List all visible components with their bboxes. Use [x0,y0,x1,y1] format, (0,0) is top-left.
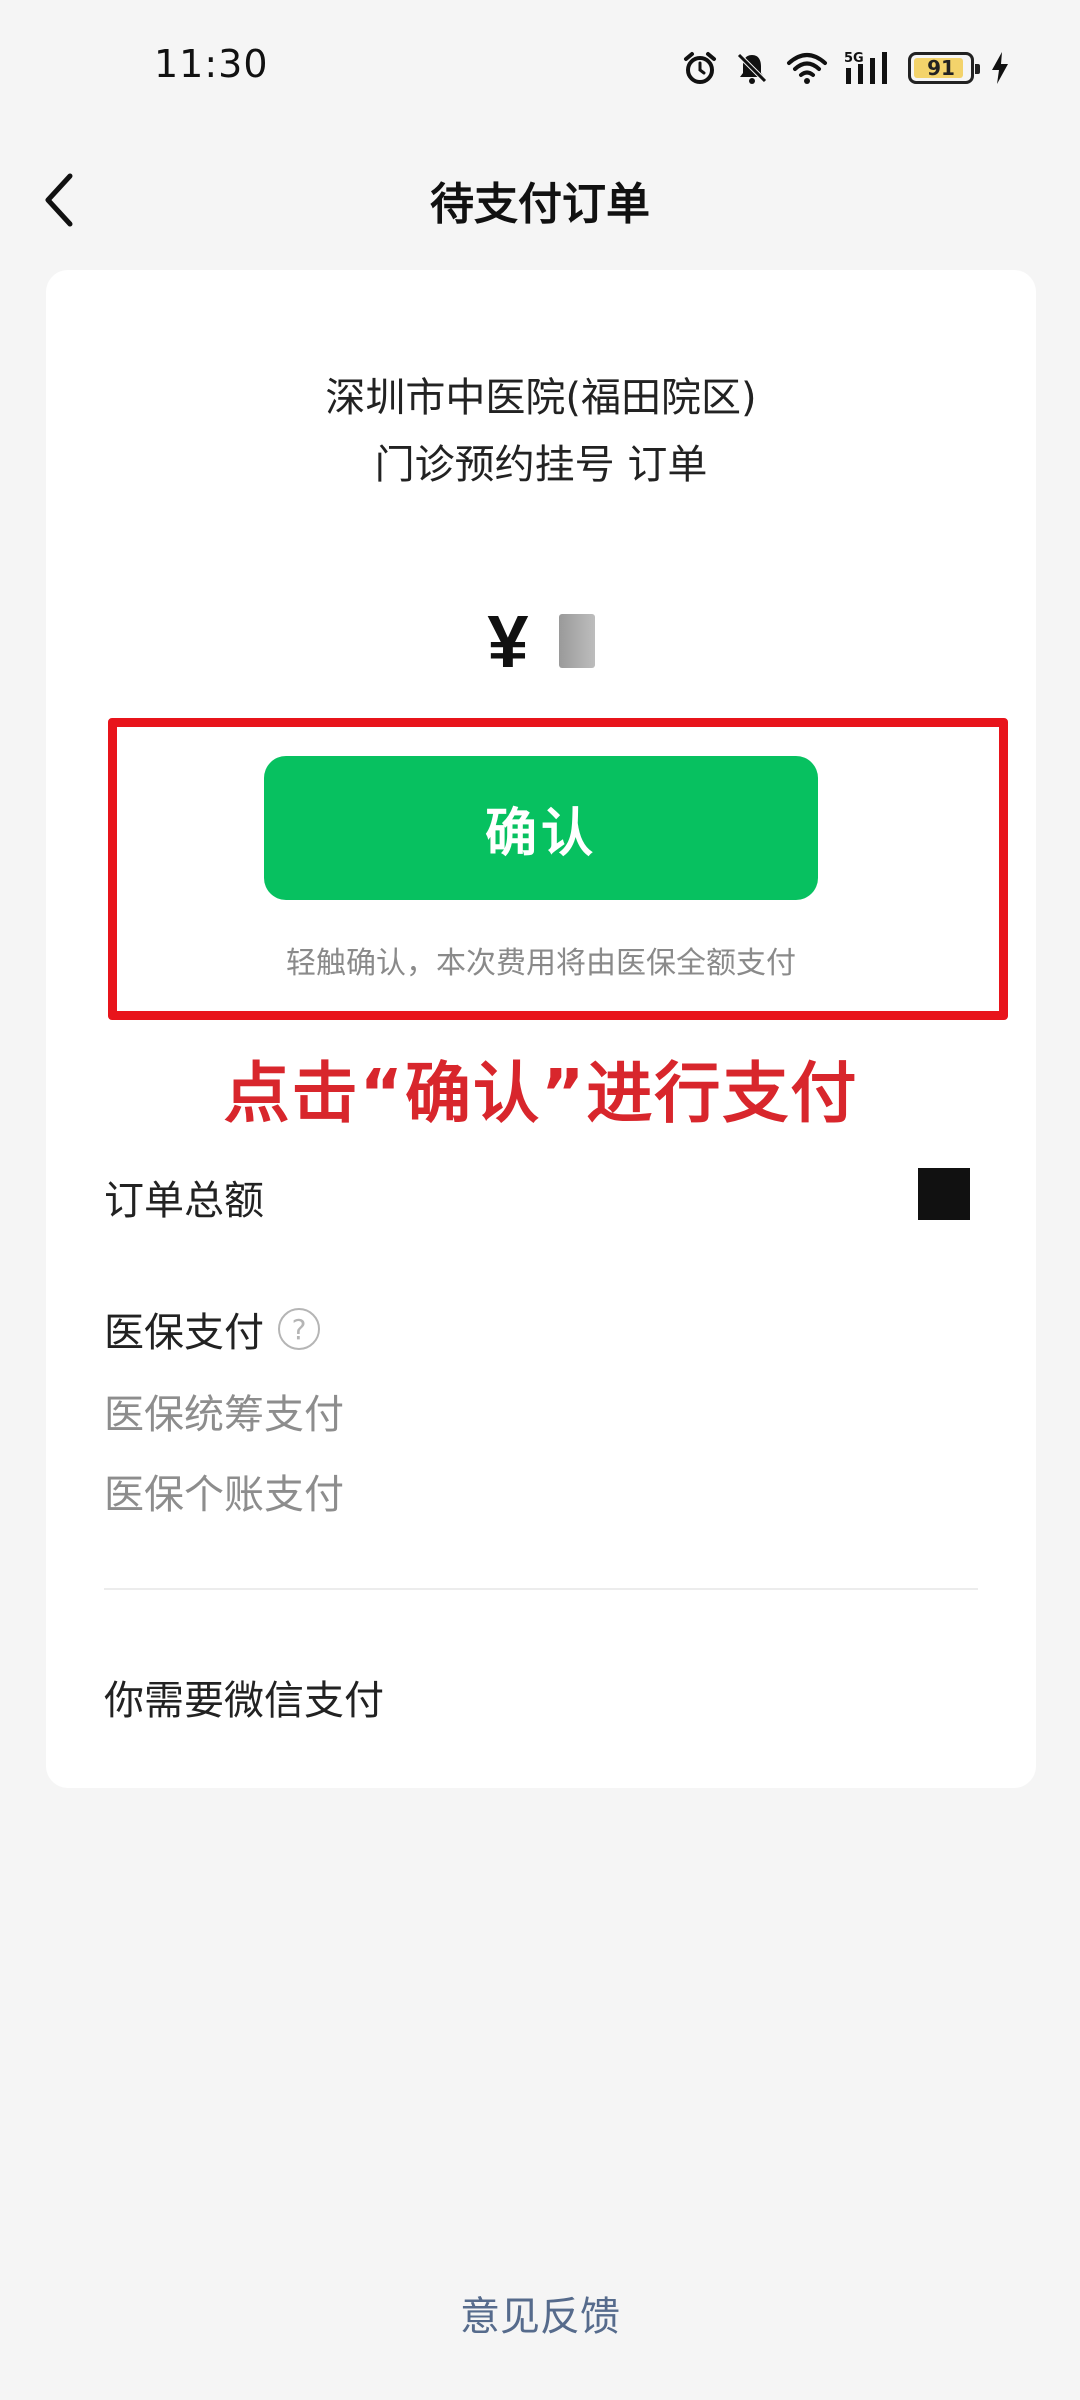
wechat-pay-label: 你需要微信支付 [104,1678,384,1724]
pool-payment-label: 医保统筹支付 [104,1392,344,1438]
currency-symbol: ¥ [487,599,529,683]
page-title: 待支付订单 [430,179,650,230]
medical-insurance-label: 医保支付 [104,1310,264,1356]
svg-text:5G: 5G [844,51,864,66]
annotation-text: 点击“确认”进行支付 [223,1055,859,1132]
hospital-name: 深圳市中医院(福田院区) [325,375,757,421]
amount-redacted [558,614,595,668]
battery-cap [975,64,980,74]
wifi-icon [786,51,828,85]
order-total-label: 订单总额 [104,1178,264,1224]
order-card: 深圳市中医院(福田院区) 门诊预约挂号 订单 ¥ 确认 轻触确认，本次费用将由医… [46,270,1036,1788]
signal-icon: 5G [844,50,892,86]
battery-level: 91 [927,56,955,80]
order-total-redacted [918,1168,970,1220]
divider [104,1588,978,1590]
status-bar: 11:30 5G 91 [0,0,1080,140]
confirm-hint: 轻触确认，本次费用将由医保全额支付 [286,946,796,981]
battery-icon: 91 [908,52,980,84]
status-time: 11:30 [154,42,269,86]
nav-bar: 待支付订单 [0,140,1080,260]
status-icons: 5G 91 [682,46,1010,90]
medical-insurance-row: 医保支付 ? [104,1300,320,1358]
confirm-button[interactable]: 确认 [264,756,818,900]
help-icon[interactable]: ? [278,1308,320,1350]
amount-row: ¥ [46,596,1036,686]
mute-bell-icon [734,50,770,86]
alarm-icon [682,50,718,86]
personal-account-label: 医保个账支付 [104,1472,344,1518]
order-type: 门诊预约挂号 订单 [374,442,708,488]
charging-icon [990,51,1010,85]
feedback-link[interactable]: 意见反馈 [0,2284,1080,2342]
